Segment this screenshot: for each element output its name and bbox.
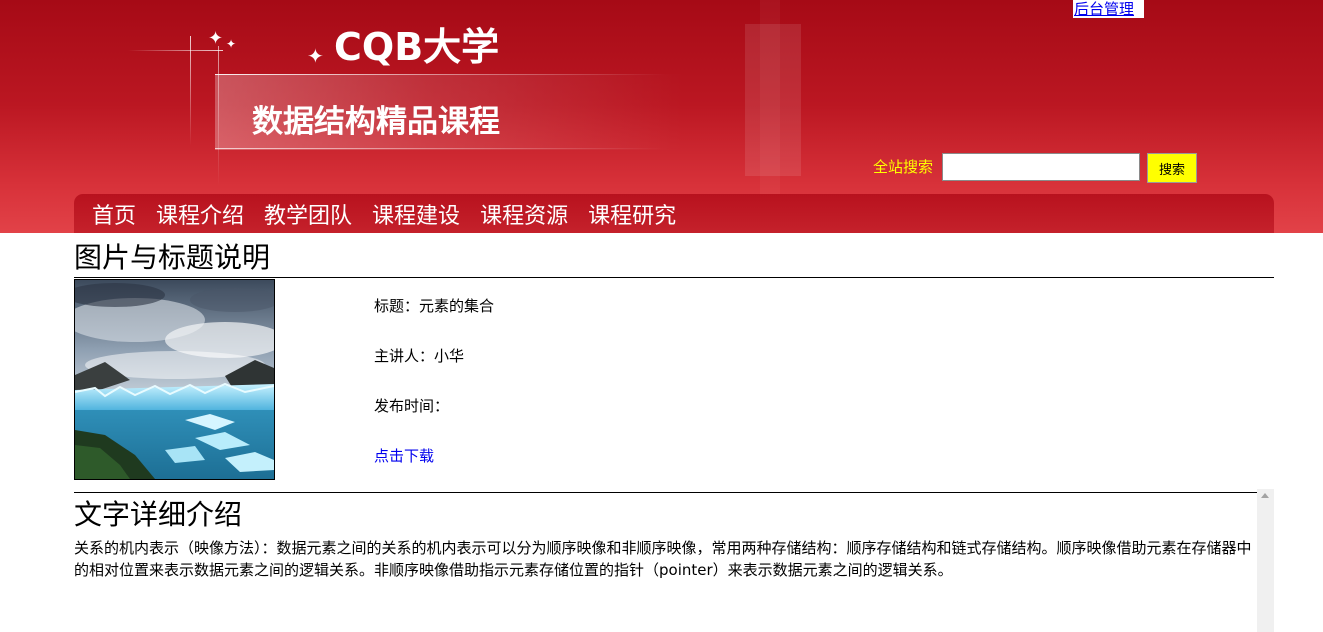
download-link[interactable]: 点击下载 [374, 445, 434, 466]
glacier-photo [74, 279, 275, 480]
nav-item-home[interactable]: 首页 [92, 198, 136, 230]
admin-link[interactable]: 后台管理 [1073, 0, 1144, 18]
description-text: 关系的机内表示（映像方法）：数据元素之间的关系的机内表示可以分为顺序映像和非顺序… [74, 539, 1252, 579]
search-label: 全站搜索 [873, 158, 934, 176]
banner-line [215, 148, 665, 149]
nav-item-course-construction[interactable]: 课程建设 [372, 198, 460, 230]
school-name: CQB大学 [334, 25, 500, 69]
banner-line [215, 74, 665, 75]
banner-line [190, 36, 191, 146]
glacier-landscape-icon [75, 280, 274, 479]
text-section-heading: 文字详细介绍 [74, 498, 243, 531]
sparkle-icon: ✦ [208, 28, 224, 49]
publish-time-line: 发布时间： [374, 397, 450, 415]
sparkle-icon: ✦ [226, 37, 237, 51]
nav-item-course-resources[interactable]: 课程资源 [480, 198, 568, 230]
course-title: 数据结构精品课程 [252, 104, 500, 140]
title-line: 标题：元素的集合 [374, 297, 495, 315]
banner-panel [745, 24, 801, 176]
search-input[interactable] [942, 153, 1140, 181]
sparkle-icon: ✦ [307, 44, 324, 68]
nav-item-teaching-team[interactable]: 教学团队 [264, 198, 352, 230]
nav-item-course-intro[interactable]: 课程介绍 [156, 198, 244, 230]
vertical-scrollbar[interactable] [1257, 489, 1274, 632]
image-section-heading: 图片与标题说明 [74, 241, 271, 274]
speaker-line: 主讲人：小华 [374, 347, 465, 365]
divider [74, 492, 1274, 493]
nav-item-course-research[interactable]: 课程研究 [588, 198, 676, 230]
divider [74, 277, 1274, 278]
banner-line [218, 46, 219, 186]
search-button[interactable]: 搜索 [1147, 153, 1197, 183]
main-nav: 首页 课程介绍 教学团队 课程建设 课程资源 课程研究 [74, 194, 1274, 233]
scroll-up-arrow-icon[interactable] [1261, 493, 1269, 498]
banner-line [128, 50, 223, 51]
